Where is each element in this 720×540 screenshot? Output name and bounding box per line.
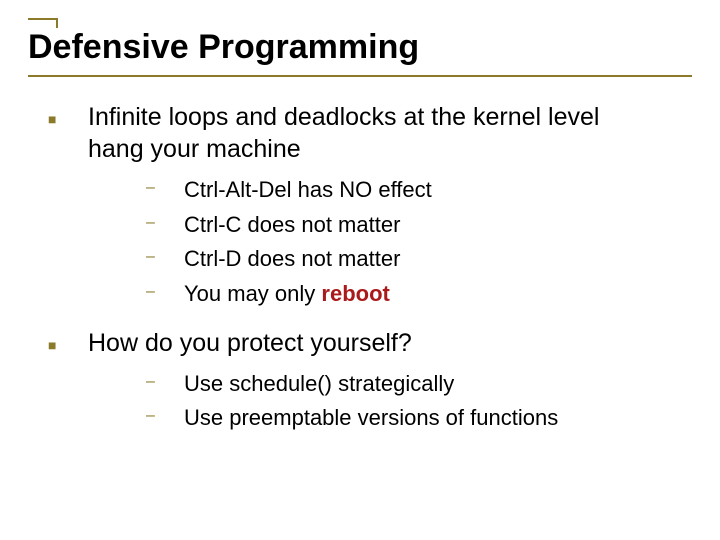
sub-bullet-text: You may only reboot	[184, 279, 390, 309]
dash-bullet-icon: –	[136, 279, 184, 309]
slide: Defensive Programming ■ Infinite loops a…	[0, 0, 720, 540]
dash-bullet-icon: –	[136, 175, 184, 205]
sub-bullet-item: – Ctrl-D does not matter	[136, 244, 692, 274]
sub-bullet-text: Ctrl-D does not matter	[184, 244, 400, 274]
dash-bullet-icon: –	[136, 403, 184, 433]
dash-bullet-icon: –	[136, 244, 184, 274]
bullet-text: How do you protect yourself?	[88, 327, 412, 359]
sub-bullet-list: – Ctrl-Alt-Del has NO effect – Ctrl-C do…	[32, 175, 692, 309]
sub-bullet-text: Ctrl-Alt-Del has NO effect	[184, 175, 432, 205]
dash-bullet-icon: –	[136, 369, 184, 399]
sub-bullet-text: Use schedule() strategically	[184, 369, 454, 399]
dash-bullet-icon: –	[136, 210, 184, 240]
emphasis-text: reboot	[321, 281, 389, 306]
bullet-text: Infinite loops and deadlocks at the kern…	[88, 101, 648, 165]
title-rule: Defensive Programming	[28, 18, 692, 77]
sub-bullet-text: Ctrl-C does not matter	[184, 210, 400, 240]
bullet-item: ■ How do you protect yourself?	[32, 327, 692, 359]
sub-bullet-text: Use preemptable versions of functions	[184, 403, 558, 433]
sub-bullet-list: – Use schedule() strategically – Use pre…	[32, 369, 692, 433]
slide-title: Defensive Programming	[28, 28, 692, 67]
sub-bullet-item: – Ctrl-C does not matter	[136, 210, 692, 240]
square-bullet-icon: ■	[32, 327, 88, 359]
sub-bullet-item: – Ctrl-Alt-Del has NO effect	[136, 175, 692, 205]
square-bullet-icon: ■	[32, 101, 88, 165]
sub-bullet-item: – You may only reboot	[136, 279, 692, 309]
sub-bullet-item: – Use preemptable versions of functions	[136, 403, 692, 433]
slide-body: ■ Infinite loops and deadlocks at the ke…	[28, 101, 692, 433]
sub-bullet-item: – Use schedule() strategically	[136, 369, 692, 399]
sub-bullet-text-plain: You may only	[184, 281, 321, 306]
bullet-item: ■ Infinite loops and deadlocks at the ke…	[32, 101, 692, 165]
